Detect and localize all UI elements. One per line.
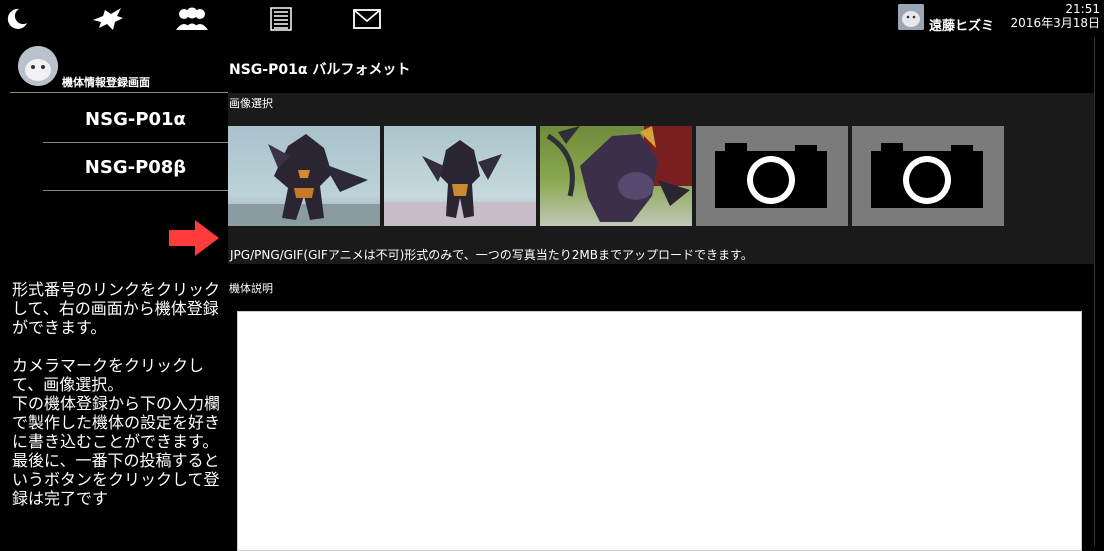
sidebar-title: 機体情報登録画面 [62,76,150,89]
description-label: 機体説明 [229,282,273,295]
moon-icon[interactable] [2,6,32,32]
thumbnail-photo-1[interactable] [228,126,380,226]
user-name[interactable]: 遠藤ヒズミ [929,15,994,34]
model-link-nsg-p01a[interactable]: NSG-P01α [43,96,228,143]
thumbnail-photo-2[interactable] [384,126,536,226]
image-select-section: 画像選択 JPG/PNG/GIF(GIFアニメは不可)形式のみで、一つの写真当た… [228,93,1094,264]
instructions: 形式番号のリンクをクリックして、右の画面から機体登録ができます。 カメラマークを… [12,280,230,527]
bird-icon[interactable] [90,6,126,32]
thumbnail-photo-3[interactable] [540,126,692,226]
clock: 21:51 2016年3月18日 [1011,2,1100,30]
instruction-paragraph: 形式番号のリンクをクリックして、右の画面から機体登録ができます。 [12,280,221,337]
sidebar: 機体情報登録画面 NSG-P01α NSG-P08β 形式番号のリンクをクリック… [10,37,228,546]
clock-date: 2016年3月18日 [1010,16,1100,30]
instruction-paragraph: カメラマークをクリックして、画像選択。 下の機体登録から下の入力欄で製作した機体… [12,356,221,508]
camera-placeholder-1[interactable] [696,126,848,226]
description-textarea[interactable] [237,311,1082,551]
clock-time: 21:51 [1065,2,1100,16]
arrow-right-icon [167,218,221,262]
model-link-nsg-p08b[interactable]: NSG-P08β [43,144,228,191]
form-title: NSG-P01α バルフォメット [229,62,411,78]
top-nav-bar: 遠藤ヒズミ 21:51 2016年3月18日 [0,0,1104,37]
user-avatar[interactable] [898,4,924,30]
list-icon[interactable] [267,6,295,32]
scrollbar[interactable] [1094,37,1104,546]
mail-icon[interactable] [352,6,382,32]
avatar [18,46,58,86]
main-panel: NSG-P01α バルフォメット 画像選択 JPG/PNG/GIF(GIFアニメ… [228,37,1094,551]
image-select-label: 画像選択 [229,97,273,110]
image-upload-note: JPG/PNG/GIF(GIFアニメは不可)形式のみで、一つの写真当たり2MBま… [230,248,753,262]
users-icon[interactable] [174,6,210,32]
sidebar-header: 機体情報登録画面 [10,37,228,93]
camera-placeholder-2[interactable] [852,126,1004,226]
